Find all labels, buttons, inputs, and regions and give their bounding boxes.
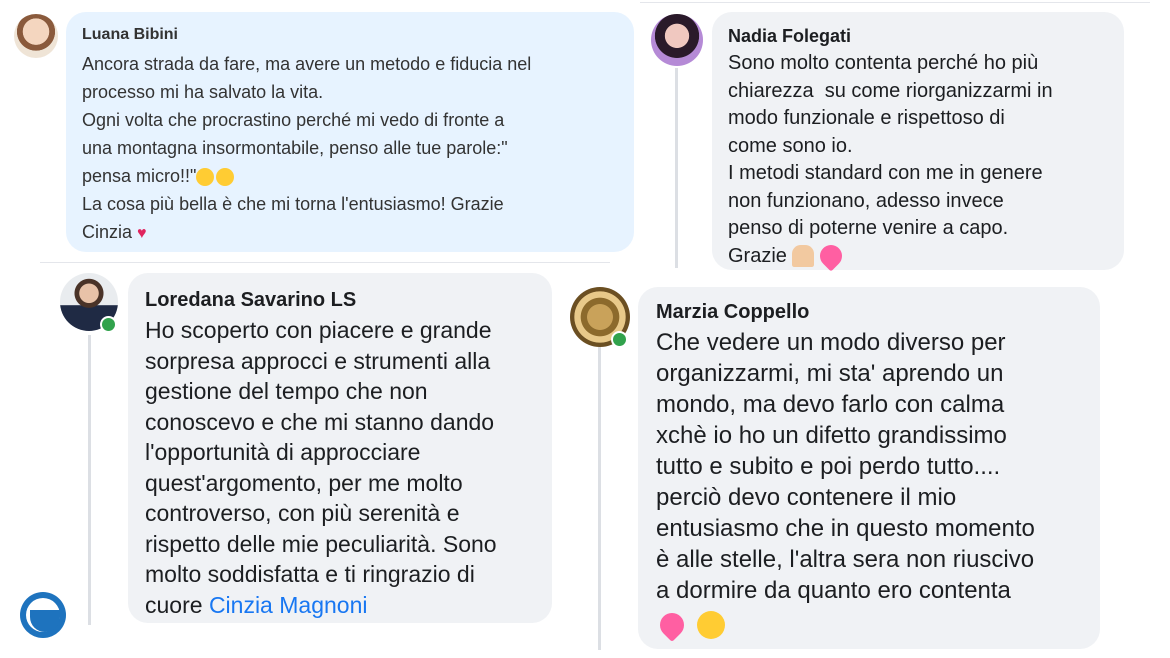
sparkling-heart-emoji bbox=[815, 240, 847, 272]
comment-text: Ho scoperto con piacere e grande bbox=[145, 317, 492, 343]
comment-text: conoscevo e che mi stanno dando bbox=[145, 408, 495, 435]
thread-line bbox=[88, 335, 91, 625]
comment-text: I metodi standard con me in genere bbox=[728, 162, 1043, 184]
comment-text-row: Grazie bbox=[728, 240, 1108, 272]
comment-text: Cinzia bbox=[82, 222, 133, 242]
brand-logo-icon bbox=[20, 592, 66, 638]
star-struck-emoji bbox=[696, 610, 725, 639]
comment-text: una montagna insormontabile, penso alle … bbox=[82, 138, 508, 158]
comment-text: rispetto delle mie peculiarità. Sono bbox=[145, 530, 497, 557]
comment-text-row: pensa micro!!" bbox=[82, 162, 618, 190]
comment-text: organizzarmi, mi sta' aprendo un bbox=[656, 360, 1004, 387]
comment-text: chiarezza su come riorganizzarmi in bbox=[728, 79, 1053, 102]
emoji-row bbox=[655, 606, 1082, 642]
comment-author[interactable]: Luana Bibini bbox=[82, 24, 618, 46]
comment-text: Grazie bbox=[728, 244, 787, 267]
separator-top bbox=[640, 2, 1150, 3]
comment-text: perciò devo contenere il mio bbox=[656, 484, 957, 511]
comment-text: processo mi ha salvato la vita. bbox=[82, 82, 324, 102]
comment-text: xchè io ho un difetto grandissimo bbox=[656, 422, 1007, 449]
comment-text: Sono molto contenta perché ho più bbox=[728, 52, 1039, 74]
thread-line bbox=[675, 68, 678, 268]
comment-text: Che vedere un modo diverso per bbox=[656, 329, 1006, 356]
comment-text: mondo, ma devo farlo con calma bbox=[656, 391, 1005, 418]
comment-text-row: cuore Cinzia Magnoni bbox=[145, 590, 535, 621]
mention-link[interactable]: Cinzia Magnoni bbox=[209, 592, 368, 618]
separator-middle bbox=[40, 262, 610, 263]
laughing-tears-emoji bbox=[196, 168, 215, 187]
comment-text: pensa micro!!" bbox=[82, 166, 197, 186]
heart-eyes-emoji bbox=[216, 168, 235, 187]
comment-author[interactable]: Marzia Coppello bbox=[656, 299, 1082, 325]
avatar[interactable] bbox=[651, 14, 703, 66]
comment-bubble: Nadia Folegati Sono molto contenta perch… bbox=[712, 12, 1124, 272]
comment-text: quest'argomento, per me molto bbox=[145, 469, 463, 496]
comment-text-row: Cinzia ♥ bbox=[82, 218, 618, 248]
comment-bubble: Loredana Savarino LS Ho scoperto con pia… bbox=[128, 273, 552, 623]
folded-hands-emoji bbox=[792, 245, 815, 268]
comment-bubble: Marzia Coppello Che vedere un modo diver… bbox=[638, 287, 1100, 649]
comment-bubble: Luana Bibini Ancora strada da fare, ma a… bbox=[66, 12, 634, 252]
comment-author[interactable]: Loredana Savarino LS bbox=[145, 287, 535, 313]
comment-text: molto soddisfatta e ti ringrazio di bbox=[145, 561, 475, 587]
comment-text: non funzionano, adesso invece bbox=[728, 189, 1004, 212]
comment-text: cuore bbox=[145, 591, 203, 618]
comment-text: tutto e subito e poi perdo tutto.... bbox=[656, 453, 1001, 480]
comment-text: gestione del tempo che non bbox=[145, 378, 428, 404]
comment-text: La cosa più bella è che mi torna l'entus… bbox=[82, 194, 504, 214]
comment-text: sorpresa approcci e strumenti alla bbox=[145, 347, 491, 374]
comment-text: controverso, con più serenità e bbox=[145, 500, 460, 526]
comment-text: entusiasmo che in questo momento bbox=[656, 515, 1035, 542]
comment-text: è alle stelle, l'altra sera non riuscivo bbox=[656, 546, 1035, 573]
comment-author[interactable]: Nadia Folegati bbox=[728, 24, 1108, 48]
online-status-indicator bbox=[100, 316, 117, 333]
red-heart-emoji: ♥ bbox=[137, 225, 147, 242]
comment-text: a dormire da quanto ero contenta bbox=[656, 577, 1011, 604]
comment-text: Ancora strada da fare, ma avere un metod… bbox=[82, 54, 532, 74]
comment-text: come sono io. bbox=[728, 134, 853, 157]
sparkling-heart-emoji bbox=[655, 607, 689, 642]
avatar[interactable] bbox=[14, 14, 58, 58]
comment-text: l'opportunità di approcciare bbox=[145, 439, 421, 465]
comment-text: penso di poterne venire a capo. bbox=[728, 217, 1009, 239]
online-status-indicator bbox=[611, 331, 628, 348]
comment-text: Ogni volta che procrastino perché mi ved… bbox=[82, 110, 505, 130]
comment-text: modo funzionale e rispettoso di bbox=[728, 107, 1005, 129]
thread-line bbox=[598, 345, 601, 650]
